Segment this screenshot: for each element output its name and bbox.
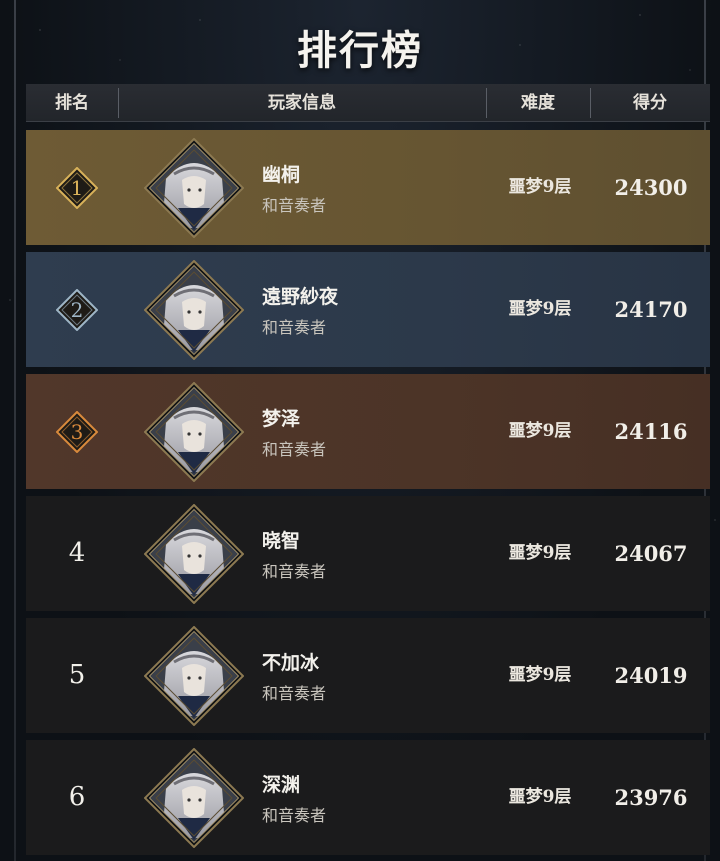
score-value: 24019 (614, 663, 688, 688)
rank-badge-icon: 2 (55, 288, 99, 332)
score-value: 24116 (614, 419, 688, 444)
rank-badge-icon: 1 (55, 166, 99, 210)
player-portrait-icon[interactable] (143, 381, 245, 483)
table-row[interactable]: 2 遠野紗夜 和音奏者 噩梦9层 24170 (26, 252, 710, 367)
table-row[interactable]: 1 幽桐 和音奏者 噩梦9层 24300 (26, 130, 710, 245)
column-header-rank: 排名 (55, 93, 89, 113)
player-name: 晓智 (262, 530, 301, 552)
rank-number: 3 (70, 420, 84, 444)
player-portrait-icon[interactable] (143, 503, 245, 605)
column-header-difficulty: 难度 (521, 93, 555, 113)
difficulty-value: 噩梦9层 (508, 421, 572, 441)
difficulty-value: 噩梦9层 (508, 177, 572, 197)
player-class: 和音奏者 (262, 562, 327, 581)
difficulty-value: 噩梦9层 (508, 665, 572, 685)
player-class: 和音奏者 (262, 684, 327, 703)
rank-number: 5 (68, 660, 86, 690)
leaderboard-list: 1 幽桐 和音奏者 噩梦9层 24300 2 遠野紗夜 和音奏者 噩梦9层 24… (26, 130, 710, 861)
player-name: 遠野紗夜 (262, 286, 339, 308)
column-header-player: 玩家信息 (268, 93, 336, 113)
rank-badge-icon: 3 (55, 410, 99, 454)
score-value: 24067 (614, 541, 688, 566)
rank-number: 4 (68, 538, 86, 568)
player-portrait-icon[interactable] (143, 137, 245, 239)
score-value: 24300 (614, 175, 688, 200)
score-value: 24170 (614, 297, 688, 322)
table-row[interactable]: 3 梦泽 和音奏者 噩梦9层 24116 (26, 374, 710, 489)
difficulty-value: 噩梦9层 (508, 543, 572, 563)
player-name: 深渊 (262, 774, 301, 796)
table-row[interactable]: 6 深渊 和音奏者 噩梦9层 23976 (26, 740, 710, 855)
player-name: 梦泽 (262, 408, 301, 430)
frame-left-border (14, 0, 16, 861)
player-class: 和音奏者 (262, 318, 327, 337)
page-title: 排行榜 (297, 27, 423, 74)
rank-number: 6 (68, 782, 86, 812)
player-portrait-icon[interactable] (143, 625, 245, 727)
player-class: 和音奏者 (262, 440, 327, 459)
player-name: 不加冰 (262, 652, 320, 674)
column-header-score: 得分 (633, 93, 667, 113)
table-row[interactable]: 5 不加冰 和音奏者 噩梦9层 24019 (26, 618, 710, 733)
table-header: 排名 玩家信息 难度 得分 (26, 84, 710, 122)
player-name: 幽桐 (262, 164, 301, 186)
rank-number: 1 (70, 176, 84, 200)
difficulty-value: 噩梦9层 (508, 299, 572, 319)
player-class: 和音奏者 (262, 196, 327, 215)
player-portrait-icon[interactable] (143, 747, 245, 849)
table-row[interactable]: 4 晓智 和音奏者 噩梦9层 24067 (26, 496, 710, 611)
player-portrait-icon[interactable] (143, 259, 245, 361)
difficulty-value: 噩梦9层 (508, 787, 572, 807)
player-class: 和音奏者 (262, 806, 327, 825)
rank-number: 2 (70, 298, 84, 322)
score-value: 23976 (614, 785, 688, 810)
